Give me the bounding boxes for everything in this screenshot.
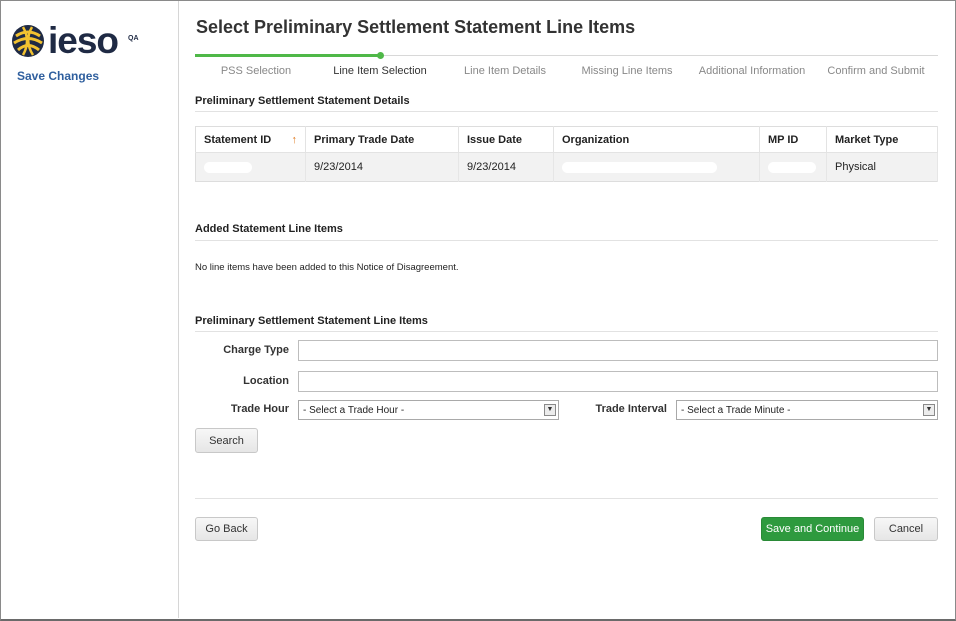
wizard-stepper: PSS Selection Line Item Selection Line I… — [195, 52, 938, 84]
logo-wordmark: ieso — [48, 20, 119, 61]
trade-interval-selected-value: - Select a Trade Minute - — [681, 404, 791, 416]
statement-details-table: Statement ID ↑ Primary Trade Date Issue … — [195, 126, 938, 182]
column-header-issue-date: Issue Date — [458, 126, 554, 153]
ieso-logo: ieso QA — [11, 21, 139, 61]
table-header-row: Statement ID ↑ Primary Trade Date Issue … — [195, 126, 938, 153]
cancel-button[interactable]: Cancel — [874, 517, 938, 541]
step-confirm-and-submit: Confirm and Submit — [827, 65, 925, 77]
trade-hour-label: Trade Hour — [230, 403, 289, 415]
save-and-continue-button[interactable]: Save and Continue — [761, 517, 864, 541]
location-input[interactable] — [298, 371, 938, 392]
column-header-organization: Organization — [553, 126, 760, 153]
divider — [195, 111, 938, 112]
trade-interval-label: Trade Interval — [595, 403, 667, 415]
dropdown-arrow-icon: ▼ — [923, 404, 935, 416]
cell-primary-trade-date: 9/23/2014 — [305, 152, 459, 182]
table-row[interactable]: 9/23/2014 9/23/2014 Physical — [195, 152, 938, 182]
step-line-item-details: Line Item Details — [464, 65, 546, 77]
save-changes-link[interactable]: Save Changes — [17, 69, 99, 83]
divider — [195, 331, 938, 332]
step-additional-information: Additional Information — [698, 65, 806, 77]
current-step-marker — [377, 52, 384, 59]
line-items-section-title: Preliminary Settlement Statement Line It… — [195, 315, 428, 327]
column-header-mp-id: MP ID — [759, 126, 827, 153]
cell-issue-date: 9/23/2014 — [458, 152, 554, 182]
redacted-value — [562, 161, 717, 173]
divider — [195, 240, 938, 241]
go-back-button[interactable]: Go Back — [195, 517, 258, 541]
globe-logo-icon — [12, 25, 44, 57]
search-button[interactable]: Search — [195, 428, 258, 453]
added-section-title: Added Statement Line Items — [195, 223, 343, 235]
column-header-primary-trade-date: Primary Trade Date — [305, 126, 459, 153]
trade-hour-selected-value: - Select a Trade Hour - — [303, 404, 405, 416]
redacted-value — [204, 161, 252, 173]
cell-mp-id — [759, 152, 827, 182]
cell-market-type: Physical — [826, 152, 938, 182]
location-label: Location — [243, 375, 289, 387]
cell-organization — [553, 152, 760, 182]
sidebar: ieso QA Save Changes — [1, 1, 179, 618]
divider — [195, 498, 938, 499]
environment-badge: QA — [128, 34, 139, 42]
trade-hour-select[interactable]: - Select a Trade Hour - ▼ — [298, 400, 559, 420]
redacted-value — [768, 161, 816, 173]
dropdown-arrow-icon: ▼ — [544, 404, 556, 416]
column-header-market-type: Market Type — [826, 126, 938, 153]
cell-statement-id — [195, 152, 306, 182]
charge-type-input[interactable] — [298, 340, 938, 361]
step-missing-line-items: Missing Line Items — [581, 65, 673, 77]
charge-type-label: Charge Type — [223, 344, 289, 356]
details-section-title: Preliminary Settlement Statement Details — [195, 95, 410, 107]
column-header-statement-id[interactable]: Statement ID ↑ — [195, 126, 306, 153]
sort-ascending-icon: ↑ — [291, 133, 298, 146]
empty-state-message: No line items have been added to this No… — [195, 262, 459, 273]
page-title: Select Preliminary Settlement Statement … — [196, 17, 636, 37]
trade-interval-select[interactable]: - Select a Trade Minute - ▼ — [676, 400, 938, 420]
step-pss-selection: PSS Selection — [220, 65, 292, 77]
step-line-item-selection: Line Item Selection — [333, 65, 427, 77]
stepper-progress — [195, 54, 380, 57]
